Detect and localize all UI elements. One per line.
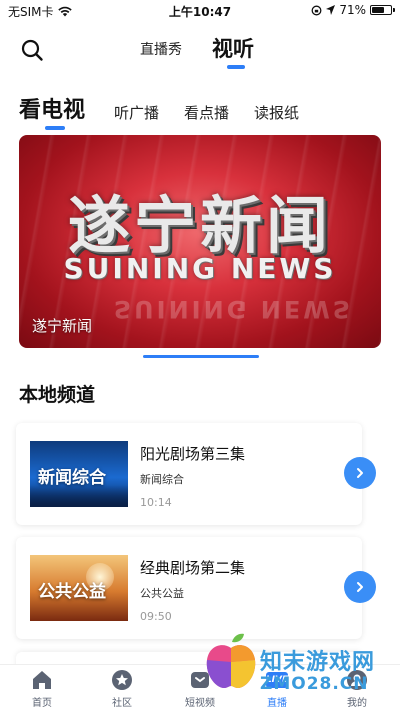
watermark-domain: ZMO28.CN bbox=[260, 674, 369, 694]
header: 直播秀 视听 bbox=[0, 28, 400, 72]
sub-tabs: 看电视 听广播 看点播 读报纸 bbox=[0, 92, 400, 132]
thumbnail-text: 新闻综合 bbox=[38, 468, 106, 488]
channel-thumbnail: 新闻综合 bbox=[30, 441, 128, 507]
channel-thumbnail: 公共公益 bbox=[30, 555, 128, 621]
watermark-text: 知末游戏网 bbox=[260, 650, 376, 675]
site-watermark: 知末游戏网 ZMO28.CN bbox=[200, 626, 400, 711]
thumbnail-text: 公共公益 bbox=[38, 582, 106, 602]
subtab-watch-tv[interactable]: 看电视 bbox=[19, 92, 86, 130]
status-right: 71% bbox=[311, 3, 395, 17]
search-button[interactable] bbox=[20, 38, 44, 62]
nav-home[interactable]: 首页 bbox=[17, 669, 67, 709]
nav-community[interactable]: 社区 bbox=[97, 669, 147, 709]
banner-logo-subtitle: SUINING NEWS bbox=[63, 252, 337, 285]
chevron-right-icon bbox=[357, 468, 363, 478]
tab-live-show[interactable]: 直播秀 bbox=[140, 39, 182, 59]
channel-card[interactable]: 公共公益 经典剧场第二集 公共公益 09:50 bbox=[16, 537, 376, 639]
play-channel-button[interactable] bbox=[344, 457, 376, 489]
play-channel-button[interactable] bbox=[344, 571, 376, 603]
subtab-watch-tv-label: 看电视 bbox=[19, 98, 86, 123]
program-time: 10:14 bbox=[140, 496, 172, 509]
program-title: 经典剧场第二集 bbox=[140, 559, 246, 577]
channel-name: 新闻综合 bbox=[140, 473, 184, 486]
banner-caption: 遂宁新闻 bbox=[32, 317, 93, 335]
star-icon bbox=[111, 669, 133, 691]
featured-banner[interactable]: 遂宁新闻 SUINING NEWS SUINING NEWS 遂宁新闻 bbox=[19, 135, 381, 348]
subtab-on-demand[interactable]: 看点播 bbox=[184, 102, 229, 123]
banner-pager-indicator bbox=[143, 355, 259, 358]
status-bar: 无SIM卡 上午10:47 71% bbox=[0, 0, 400, 22]
search-icon bbox=[21, 39, 43, 61]
battery-icon bbox=[370, 5, 395, 15]
subtab-active-indicator bbox=[45, 126, 65, 130]
channel-name: 公共公益 bbox=[140, 587, 184, 600]
orientation-lock-icon bbox=[311, 5, 322, 15]
subtab-read-newspaper[interactable]: 读报纸 bbox=[254, 102, 299, 123]
nav-home-label: 首页 bbox=[32, 698, 52, 709]
tab-audio-visual-label: 视听 bbox=[212, 37, 254, 61]
subtab-listen-radio[interactable]: 听广播 bbox=[114, 102, 159, 123]
program-title: 阳光剧场第三集 bbox=[140, 445, 246, 463]
nav-community-label: 社区 bbox=[112, 698, 132, 709]
chevron-right-icon bbox=[357, 582, 363, 592]
tab-active-indicator bbox=[227, 65, 245, 69]
home-icon bbox=[31, 669, 53, 691]
location-icon bbox=[326, 5, 336, 15]
program-time: 09:50 bbox=[140, 610, 172, 623]
battery-fill bbox=[372, 7, 384, 13]
channel-card[interactable]: 新闻综合 阳光剧场第三集 新闻综合 10:14 bbox=[16, 423, 376, 525]
section-title: 本地频道 bbox=[19, 384, 96, 406]
battery-percent: 71% bbox=[339, 3, 366, 17]
apple-logo-icon bbox=[206, 633, 256, 689]
tab-audio-visual[interactable]: 视听 bbox=[212, 33, 254, 69]
